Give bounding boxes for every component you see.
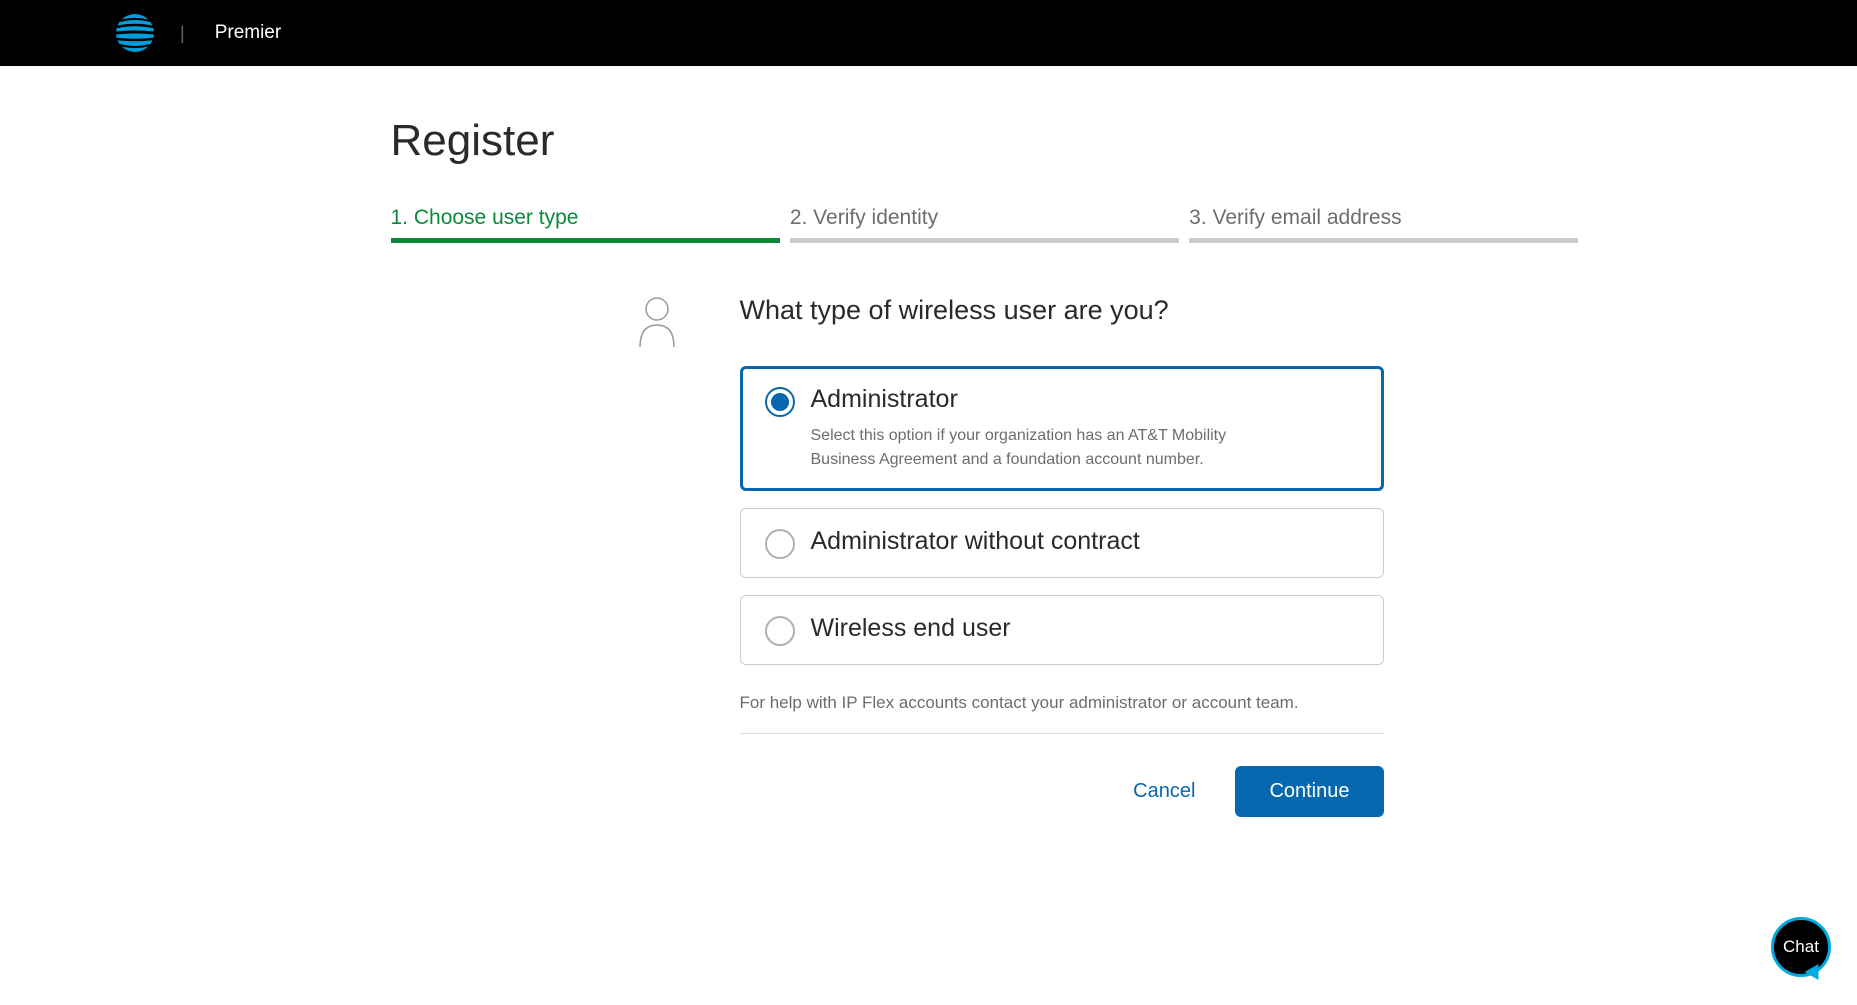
chat-icon: Chat <box>1771 917 1831 977</box>
option-title: Administrator without contract <box>811 527 1359 556</box>
header-bar: | Premier <box>0 0 1857 66</box>
step-bar <box>391 238 780 243</box>
step-bar <box>790 238 1179 243</box>
chat-tail-icon <box>1805 964 1826 984</box>
option-wireless-end-user[interactable]: Wireless end user <box>740 595 1384 665</box>
content-wrapper: What type of wireless user are you? Admi… <box>391 295 1579 817</box>
option-title: Administrator <box>811 385 1359 414</box>
form-question: What type of wireless user are you? <box>740 295 1384 326</box>
radio-icon <box>765 387 795 417</box>
step-bar <box>1189 238 1578 243</box>
brand-label: Premier <box>215 22 282 44</box>
page-title: Register <box>391 116 1579 166</box>
chat-label: Chat <box>1783 937 1819 957</box>
option-content: Administrator without contract <box>811 527 1359 556</box>
progress-steps: 1. Choose user type 2. Verify identity 3… <box>391 206 1579 255</box>
option-administrator[interactable]: Administrator Select this option if your… <box>740 366 1384 491</box>
divider-line <box>740 733 1384 734</box>
step-choose-user-type: 1. Choose user type <box>391 206 780 255</box>
option-content: Wireless end user <box>811 614 1359 643</box>
help-text: For help with IP Flex accounts contact y… <box>740 693 1384 713</box>
header-divider: | <box>180 23 185 44</box>
cancel-button[interactable]: Cancel <box>1133 780 1195 803</box>
option-description: Select this option if your organization … <box>811 424 1291 472</box>
option-content: Administrator Select this option if your… <box>811 385 1359 472</box>
step-label: 1. Choose user type <box>391 206 780 230</box>
step-verify-email: 3. Verify email address <box>1189 206 1578 255</box>
step-verify-identity: 2. Verify identity <box>790 206 1179 255</box>
option-administrator-without-contract[interactable]: Administrator without contract <box>740 508 1384 578</box>
step-label: 3. Verify email address <box>1189 206 1578 230</box>
main-container: Register 1. Choose user type 2. Verify i… <box>279 66 1579 817</box>
radio-icon <box>765 616 795 646</box>
person-icon <box>635 295 680 817</box>
form-actions: Cancel Continue <box>740 766 1384 817</box>
continue-button[interactable]: Continue <box>1235 766 1383 817</box>
step-label: 2. Verify identity <box>790 206 1179 230</box>
form-section: What type of wireless user are you? Admi… <box>740 295 1384 817</box>
option-title: Wireless end user <box>811 614 1359 643</box>
chat-button[interactable]: Chat <box>1771 917 1837 983</box>
att-logo-icon[interactable] <box>115 13 155 53</box>
radio-icon <box>765 529 795 559</box>
